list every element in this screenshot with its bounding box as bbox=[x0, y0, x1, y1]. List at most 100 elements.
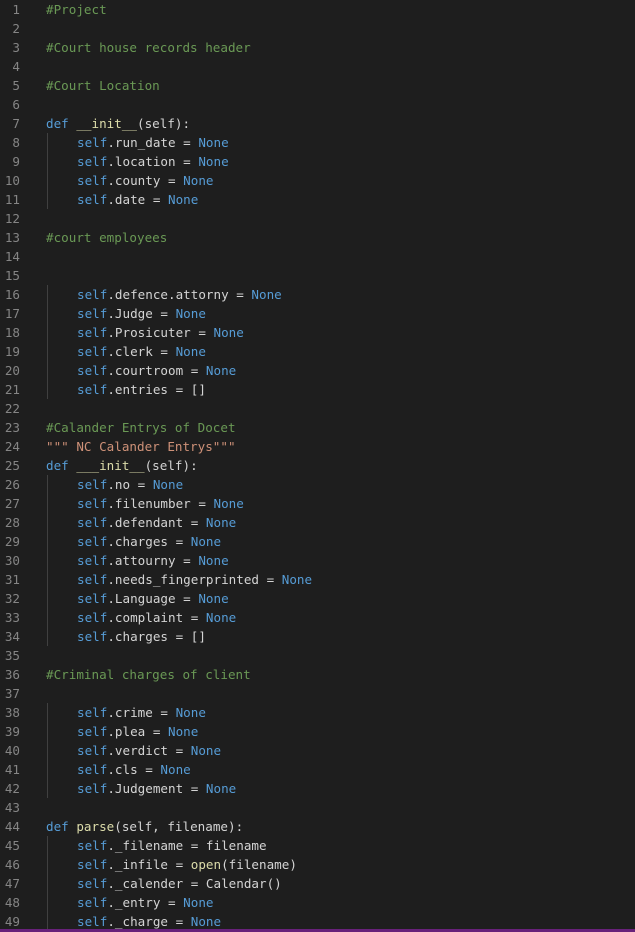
line-number: 48 bbox=[4, 895, 20, 910]
code-text[interactable]: self.charges = [] bbox=[77, 627, 206, 646]
code-line[interactable]: 17 self.Judge = None bbox=[0, 304, 635, 323]
code-line[interactable]: 42 self.Judgement = None bbox=[0, 779, 635, 798]
code-text[interactable]: #Court house records header bbox=[46, 38, 251, 57]
code-line[interactable]: 15 bbox=[0, 266, 635, 285]
code-line[interactable]: 20 self.courtroom = None bbox=[0, 361, 635, 380]
code-line[interactable]: 22 bbox=[0, 399, 635, 418]
code-text[interactable]: self.courtroom = None bbox=[77, 361, 236, 380]
code-line[interactable]: 39 self.plea = None bbox=[0, 722, 635, 741]
code-text[interactable]: #Project bbox=[46, 0, 107, 19]
code-text[interactable]: self.needs_fingerprinted = None bbox=[77, 570, 312, 589]
code-line[interactable]: 3 #Court house records header bbox=[0, 38, 635, 57]
code-line[interactable]: 34 self.charges = [] bbox=[0, 627, 635, 646]
code-text[interactable]: self.verdict = None bbox=[77, 741, 221, 760]
code-text[interactable]: self.Language = None bbox=[77, 589, 229, 608]
code-text[interactable]: self.run_date = None bbox=[77, 133, 229, 152]
code-text[interactable]: #Court Location bbox=[46, 76, 160, 95]
code-text[interactable]: self.defence.attorny = None bbox=[77, 285, 282, 304]
code-text[interactable]: self.entries = [] bbox=[77, 380, 206, 399]
code-token: self bbox=[77, 610, 108, 625]
code-line[interactable]: 33 self.complaint = None bbox=[0, 608, 635, 627]
code-text[interactable]: #court employees bbox=[46, 228, 167, 247]
code-line[interactable]: 11 self.date = None bbox=[0, 190, 635, 209]
code-line[interactable]: 37 bbox=[0, 684, 635, 703]
code-line[interactable]: 41 self.cls = None bbox=[0, 760, 635, 779]
code-line[interactable]: 8 self.run_date = None bbox=[0, 133, 635, 152]
code-text[interactable]: self.county = None bbox=[77, 171, 214, 190]
code-line[interactable]: 35 bbox=[0, 646, 635, 665]
code-text[interactable]: def parse(self, filename): bbox=[46, 817, 243, 836]
code-token: None bbox=[168, 192, 199, 207]
code-line[interactable]: 32 self.Language = None bbox=[0, 589, 635, 608]
code-line[interactable]: 23 #Calander Entrys of Docet bbox=[0, 418, 635, 437]
code-line[interactable]: 26 self.no = None bbox=[0, 475, 635, 494]
code-line[interactable]: 25 def ___init__(self): bbox=[0, 456, 635, 475]
code-text[interactable]: def __init__(self): bbox=[46, 114, 190, 133]
code-text[interactable]: self.clerk = None bbox=[77, 342, 206, 361]
line-number: 36 bbox=[4, 667, 20, 682]
code-line[interactable]: 1 #Project bbox=[0, 0, 635, 19]
code-text[interactable]: self._filename = filename bbox=[77, 836, 267, 855]
code-text[interactable]: self.date = None bbox=[77, 190, 198, 209]
code-lines[interactable]: 1 #Project 2 3 #Court house records header 4 5… bbox=[0, 0, 635, 929]
code-line[interactable]: 27 self.filenumber = None bbox=[0, 494, 635, 513]
code-line[interactable]: 28 self.defendant = None bbox=[0, 513, 635, 532]
code-line[interactable]: 12 bbox=[0, 209, 635, 228]
code-text[interactable]: self.charges = None bbox=[77, 532, 221, 551]
code-line[interactable]: 38 self.crime = None bbox=[0, 703, 635, 722]
code-line[interactable]: 16 self.defence.attorny = None bbox=[0, 285, 635, 304]
code-text[interactable]: self.Judge = None bbox=[77, 304, 206, 323]
code-text[interactable]: self.cls = None bbox=[77, 760, 191, 779]
code-text[interactable]: """ NC Calander Entrys""" bbox=[46, 437, 236, 456]
code-line[interactable]: 30 self.attourny = None bbox=[0, 551, 635, 570]
code-text[interactable]: self.location = None bbox=[77, 152, 229, 171]
code-text[interactable]: self.complaint = None bbox=[77, 608, 236, 627]
code-line[interactable]: 46 self._infile = open(filename) bbox=[0, 855, 635, 874]
code-token: .courtroom = bbox=[107, 363, 206, 378]
code-line[interactable]: 5 #Court Location bbox=[0, 76, 635, 95]
code-text[interactable]: self._entry = None bbox=[77, 893, 214, 912]
code-line[interactable]: 36 #Criminal charges of client bbox=[0, 665, 635, 684]
code-line[interactable]: 43 bbox=[0, 798, 635, 817]
code-text[interactable]: self.crime = None bbox=[77, 703, 206, 722]
code-text[interactable]: self.attourny = None bbox=[77, 551, 229, 570]
code-line[interactable]: 21 self.entries = [] bbox=[0, 380, 635, 399]
indent-guide bbox=[47, 532, 48, 551]
code-text[interactable]: self._charge = None bbox=[77, 912, 221, 929]
code-line[interactable]: 18 self.Prosicuter = None bbox=[0, 323, 635, 342]
code-text[interactable]: #Criminal charges of client bbox=[46, 665, 251, 684]
code-line[interactable]: 19 self.clerk = None bbox=[0, 342, 635, 361]
code-line[interactable]: 13 #court employees bbox=[0, 228, 635, 247]
code-token: self bbox=[77, 496, 108, 511]
code-line[interactable]: 24 """ NC Calander Entrys""" bbox=[0, 437, 635, 456]
code-line[interactable]: 2 bbox=[0, 19, 635, 38]
code-line[interactable]: 48 self._entry = None bbox=[0, 893, 635, 912]
code-text[interactable]: #Calander Entrys of Docet bbox=[46, 418, 236, 437]
code-text[interactable]: self.Prosicuter = None bbox=[77, 323, 244, 342]
code-token: .verdict = bbox=[107, 743, 191, 758]
code-editor[interactable]: 1 #Project 2 3 #Court house records header 4 5… bbox=[0, 0, 635, 929]
code-text[interactable]: self.Judgement = None bbox=[77, 779, 236, 798]
code-line[interactable]: 7 def __init__(self): bbox=[0, 114, 635, 133]
code-text[interactable]: self._calender = Calendar() bbox=[77, 874, 282, 893]
code-line[interactable]: 47 self._calender = Calendar() bbox=[0, 874, 635, 893]
code-text[interactable]: self.defendant = None bbox=[77, 513, 236, 532]
code-text[interactable]: self.filenumber = None bbox=[77, 494, 244, 513]
code-line[interactable]: 4 bbox=[0, 57, 635, 76]
code-line[interactable]: 14 bbox=[0, 247, 635, 266]
code-token: __init__ bbox=[76, 116, 138, 131]
code-text[interactable]: self.plea = None bbox=[77, 722, 198, 741]
code-line[interactable]: 40 self.verdict = None bbox=[0, 741, 635, 760]
code-line[interactable]: 6 bbox=[0, 95, 635, 114]
code-line[interactable]: 29 self.charges = None bbox=[0, 532, 635, 551]
code-line[interactable]: 44 def parse(self, filename): bbox=[0, 817, 635, 836]
indent-guide bbox=[47, 627, 48, 646]
code-line[interactable]: 9 self.location = None bbox=[0, 152, 635, 171]
code-text[interactable]: def ___init__(self): bbox=[46, 456, 198, 475]
code-line[interactable]: 31 self.needs_fingerprinted = None bbox=[0, 570, 635, 589]
code-line[interactable]: 45 self._filename = filename bbox=[0, 836, 635, 855]
code-text[interactable]: self._infile = open(filename) bbox=[77, 855, 297, 874]
code-line[interactable]: 49 self._charge = None bbox=[0, 912, 635, 929]
code-text[interactable]: self.no = None bbox=[77, 475, 183, 494]
code-line[interactable]: 10 self.county = None bbox=[0, 171, 635, 190]
